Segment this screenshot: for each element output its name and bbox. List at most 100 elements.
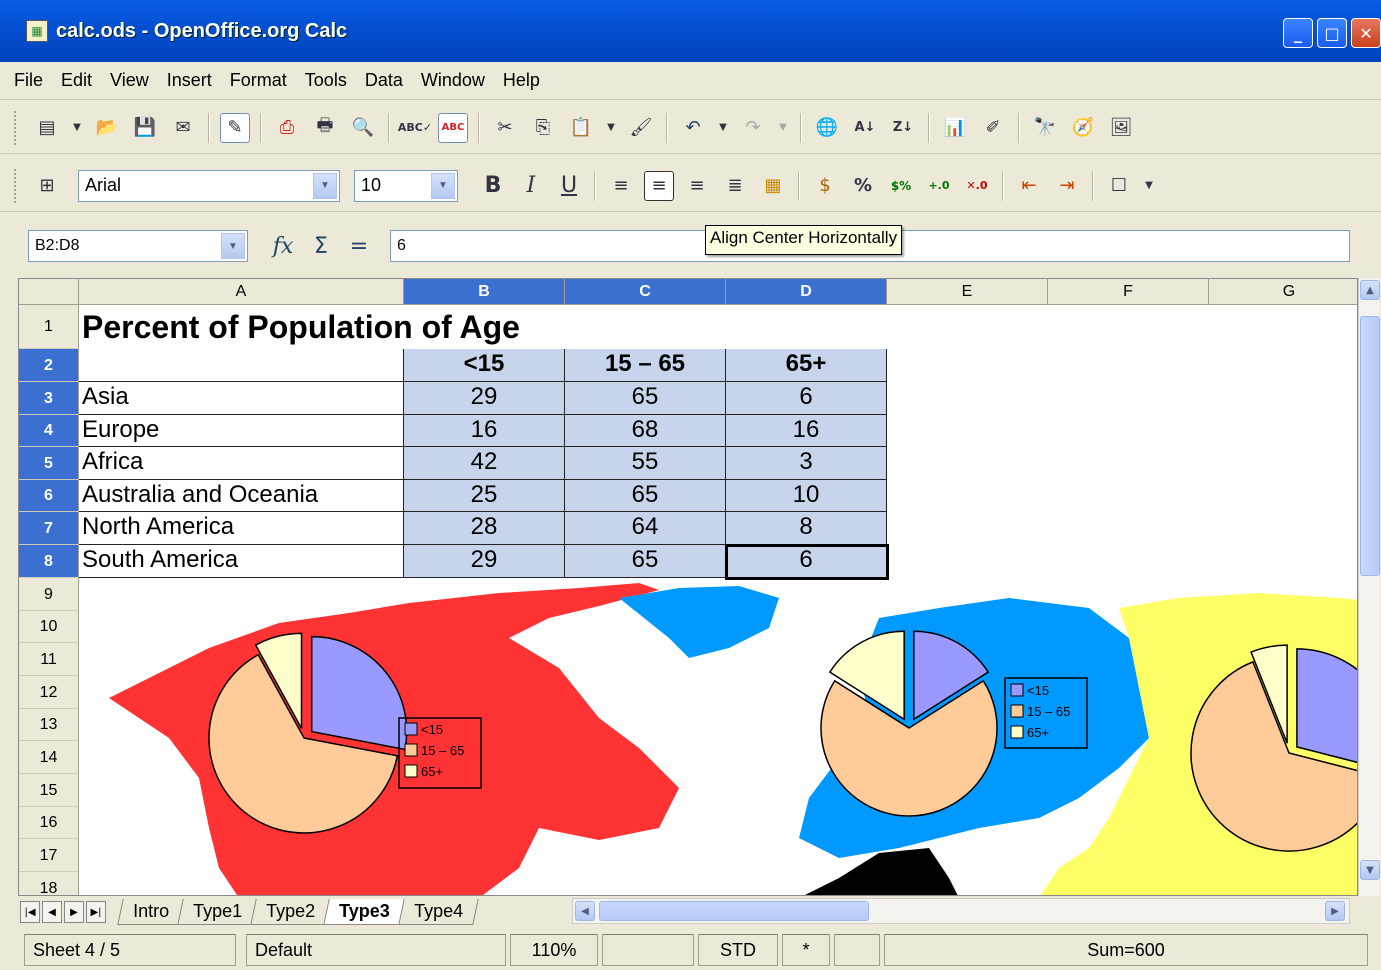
- last-sheet-icon[interactable]: ▶|: [86, 901, 106, 923]
- menu-tools[interactable]: Tools: [305, 70, 347, 91]
- currency-format-icon[interactable]: $: [810, 171, 840, 201]
- row-header[interactable]: 12: [19, 676, 79, 709]
- region-cell[interactable]: North America: [79, 512, 404, 545]
- gallery-icon[interactable]: 🖼: [1106, 113, 1136, 143]
- email-icon[interactable]: ✉: [168, 113, 198, 143]
- increase-indent-icon[interactable]: ⇥: [1052, 171, 1082, 201]
- new-document-icon[interactable]: ▤: [32, 113, 62, 143]
- autospellcheck-icon[interactable]: ABC: [438, 112, 468, 143]
- column-label-lt15[interactable]: <15: [404, 349, 565, 382]
- row-header[interactable]: 9: [19, 578, 79, 611]
- sum-icon[interactable]: Σ: [306, 231, 336, 261]
- status-mode[interactable]: STD: [698, 934, 778, 966]
- row-header[interactable]: 18: [19, 872, 79, 895]
- delete-decimal-icon[interactable]: ✕.0: [962, 171, 992, 201]
- value-cell[interactable]: 28: [404, 512, 565, 545]
- decrease-indent-icon[interactable]: ⇤: [1014, 171, 1044, 201]
- region-cell[interactable]: Europe: [79, 415, 404, 447]
- paste-icon[interactable]: 📋: [566, 113, 596, 143]
- edit-file-icon[interactable]: ✎: [220, 112, 250, 143]
- sheet-title[interactable]: Percent of Population of Age: [82, 309, 520, 346]
- corner-select-all[interactable]: [19, 279, 79, 305]
- scroll-right-icon[interactable]: ▶: [1325, 901, 1345, 921]
- row-header[interactable]: 1: [19, 305, 79, 349]
- tab-type3[interactable]: Type3: [323, 899, 406, 925]
- region-cell[interactable]: Asia: [79, 382, 404, 415]
- paste-dropdown-icon[interactable]: ▼: [604, 113, 618, 143]
- borders-dropdown-icon[interactable]: ▼: [1142, 171, 1156, 201]
- region-cell[interactable]: South America: [79, 545, 404, 578]
- tab-intro[interactable]: Intro: [117, 899, 185, 925]
- chevron-down-icon[interactable]: ▼: [313, 172, 337, 199]
- sort-descending-icon[interactable]: Z↓: [888, 113, 918, 143]
- tab-type4[interactable]: Type4: [398, 899, 479, 925]
- row-header[interactable]: 14: [19, 741, 79, 774]
- first-sheet-icon[interactable]: |◀: [20, 901, 40, 923]
- horizontal-scroll-thumb[interactable]: [599, 901, 869, 921]
- name-box[interactable]: B2:D8 ▼: [28, 230, 248, 262]
- row-header[interactable]: 17: [19, 839, 79, 872]
- row-header[interactable]: 4: [19, 415, 79, 447]
- value-cell[interactable]: 55: [565, 447, 726, 480]
- spellcheck-icon[interactable]: ABC✓: [398, 113, 432, 143]
- find-replace-icon[interactable]: 🔭: [1030, 113, 1060, 143]
- value-cell[interactable]: 65: [565, 382, 726, 415]
- value-cell[interactable]: 16: [404, 415, 565, 447]
- menu-edit[interactable]: Edit: [61, 70, 92, 91]
- print-icon[interactable]: 🖶: [310, 113, 340, 143]
- value-cell[interactable]: 8: [726, 512, 887, 545]
- column-label-15-65[interactable]: 15 – 65: [565, 349, 726, 382]
- value-cell[interactable]: 10: [726, 480, 887, 512]
- justify-icon[interactable]: ≣: [720, 171, 750, 201]
- cell-a2[interactable]: [79, 349, 404, 382]
- horizontal-scrollbar[interactable]: ◀ ▶: [572, 898, 1350, 924]
- column-header-g[interactable]: G: [1209, 279, 1357, 305]
- close-button[interactable]: ✕: [1351, 18, 1381, 48]
- value-cell[interactable]: 3: [726, 447, 887, 480]
- row-header[interactable]: 13: [19, 709, 79, 741]
- merge-cells-icon[interactable]: ▦: [758, 171, 788, 201]
- value-cell[interactable]: 25: [404, 480, 565, 512]
- row-header[interactable]: 10: [19, 611, 79, 643]
- maximize-button[interactable]: □: [1317, 18, 1347, 48]
- value-cell[interactable]: 65: [565, 545, 726, 578]
- spreadsheet-grid[interactable]: A B C D E F G 1 2 3 4 5 6 7 8 9 10 11 12…: [18, 278, 1358, 896]
- region-cell[interactable]: Africa: [79, 447, 404, 480]
- column-header-e[interactable]: E: [887, 279, 1048, 305]
- styles-formatting-icon[interactable]: ⊞: [32, 171, 62, 201]
- align-left-icon[interactable]: ≡: [606, 171, 636, 201]
- row-header[interactable]: 7: [19, 512, 79, 545]
- export-pdf-icon[interactable]: ⎙: [272, 113, 302, 143]
- cut-icon[interactable]: ✂: [490, 113, 520, 143]
- redo-dropdown-icon[interactable]: ▼: [776, 113, 790, 143]
- percent-format-icon[interactable]: %: [848, 171, 878, 201]
- font-size-combo[interactable]: 10 ▼: [354, 169, 458, 202]
- row-header[interactable]: 15: [19, 774, 79, 807]
- scroll-down-icon[interactable]: ▼: [1360, 860, 1380, 880]
- hyperlink-icon[interactable]: 🌐: [812, 113, 842, 143]
- open-folder-icon[interactable]: 📂: [92, 113, 122, 143]
- row-header[interactable]: 5: [19, 447, 79, 480]
- row-header[interactable]: 2: [19, 349, 79, 382]
- menu-data[interactable]: Data: [365, 70, 403, 91]
- menu-window[interactable]: Window: [421, 70, 485, 91]
- redo-icon[interactable]: ↷: [738, 113, 768, 143]
- italic-icon[interactable]: I: [516, 171, 546, 201]
- row-header[interactable]: 11: [19, 643, 79, 676]
- function-equals-icon[interactable]: =: [344, 231, 374, 261]
- menu-insert[interactable]: Insert: [167, 70, 212, 91]
- row-header[interactable]: 6: [19, 480, 79, 512]
- scroll-left-icon[interactable]: ◀: [575, 901, 595, 921]
- new-dropdown-icon[interactable]: ▼: [70, 113, 84, 143]
- minimize-button[interactable]: _: [1283, 18, 1313, 48]
- copy-icon[interactable]: ⎘: [528, 113, 558, 143]
- chevron-down-icon[interactable]: ▼: [221, 233, 245, 259]
- value-cell[interactable]: 65: [565, 480, 726, 512]
- borders-icon[interactable]: ☐: [1104, 171, 1134, 201]
- show-draw-functions-icon[interactable]: ✐: [978, 113, 1008, 143]
- chart-icon[interactable]: 📊: [940, 113, 970, 143]
- world-map-chart[interactable]: <15 15 – 65 65+ <15 15 – 65 65+: [79, 578, 1358, 896]
- page-preview-icon[interactable]: 🔍: [348, 113, 378, 143]
- align-center-icon[interactable]: ≡: [644, 170, 674, 201]
- align-right-icon[interactable]: ≡: [682, 171, 712, 201]
